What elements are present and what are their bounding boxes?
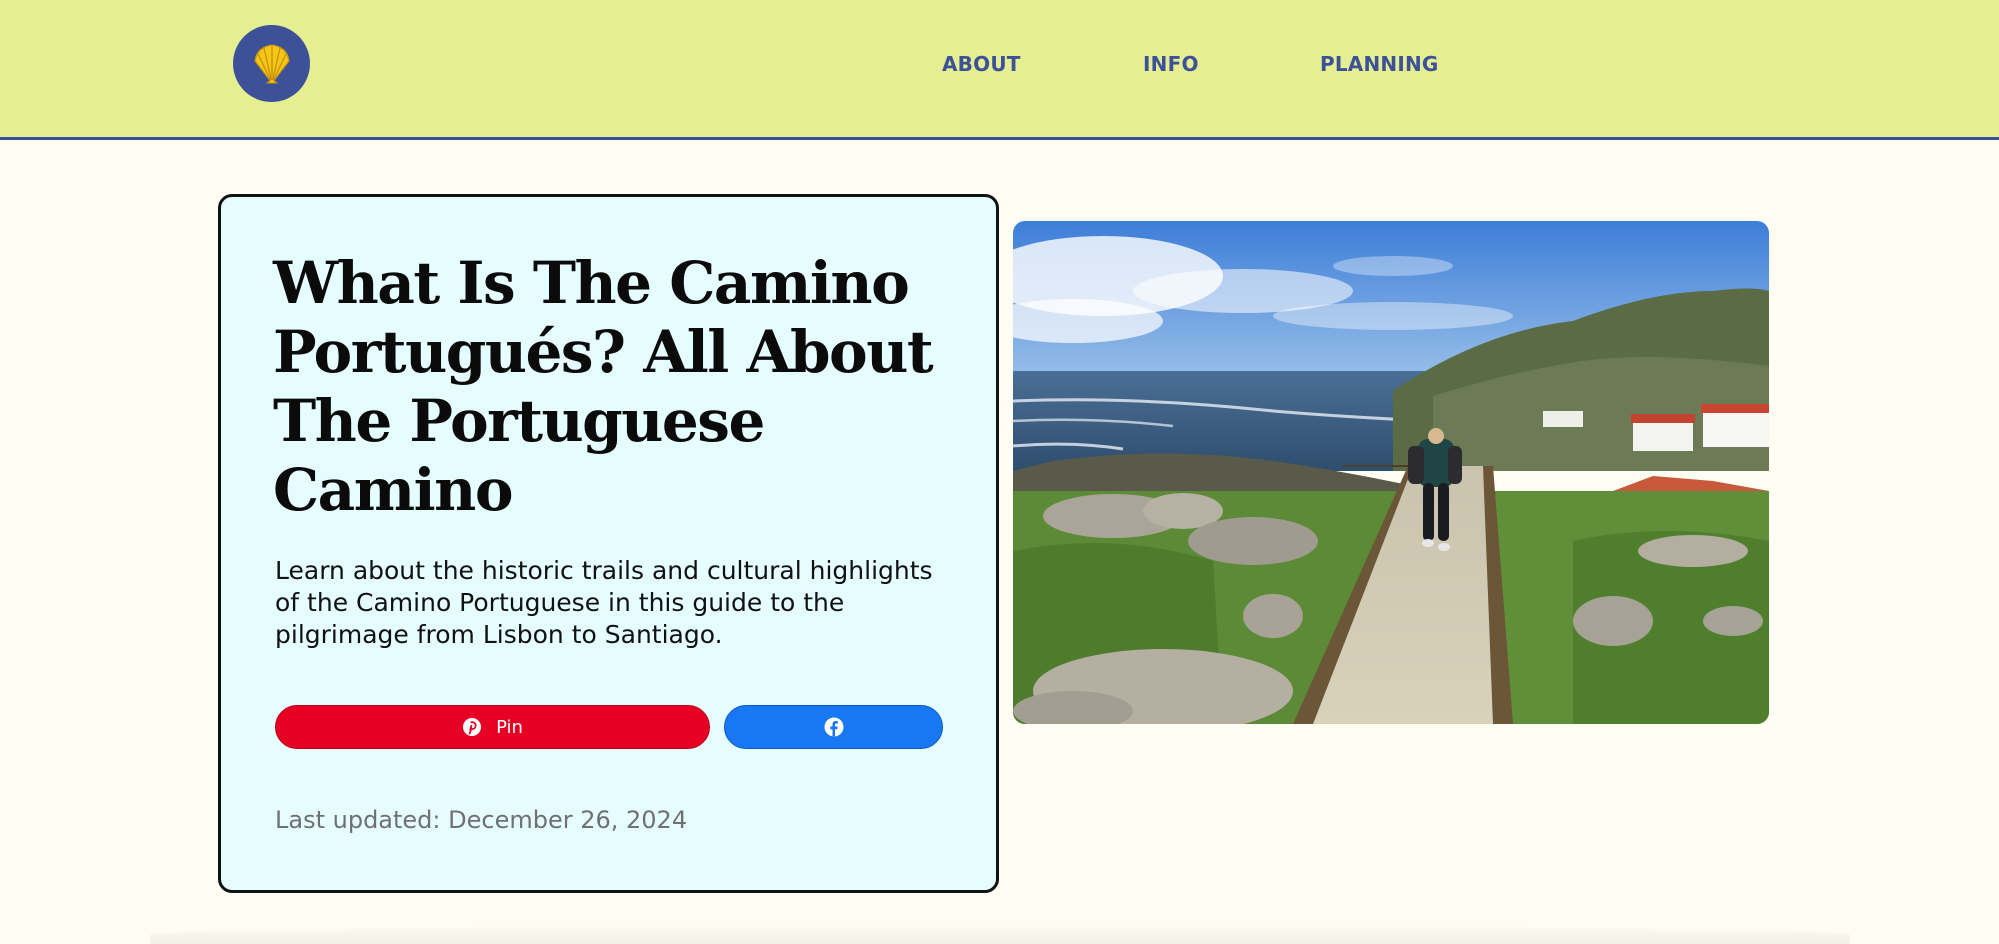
section-divider-shadow — [150, 925, 1850, 944]
article-subtitle: Learn about the historic trails and cult… — [275, 556, 933, 649]
nav-planning[interactable]: PLANNING — [1320, 52, 1439, 76]
main-nav: ABOUT INFO PLANNING — [0, 52, 1999, 82]
share-buttons: Pin — [275, 705, 945, 749]
nav-about[interactable]: ABOUT — [942, 52, 1021, 76]
nav-info[interactable]: INFO — [1143, 52, 1199, 76]
facebook-icon — [824, 717, 843, 737]
last-updated: Last updated: December 26, 2024 — [275, 806, 688, 834]
page-title: What Is The Camino Portugués? All About … — [273, 249, 934, 524]
pinterest-icon — [463, 718, 482, 736]
pinterest-pin-button[interactable]: Pin — [275, 705, 710, 749]
article-intro-card: What Is The Camino Portugués? All About … — [218, 194, 999, 893]
site-header: ABOUT INFO PLANNING — [0, 0, 1999, 140]
pin-label: Pin — [496, 716, 523, 738]
facebook-share-button[interactable] — [724, 705, 943, 749]
hero-image — [1013, 221, 1769, 724]
camino-coastal-path-photo — [1013, 221, 1769, 724]
